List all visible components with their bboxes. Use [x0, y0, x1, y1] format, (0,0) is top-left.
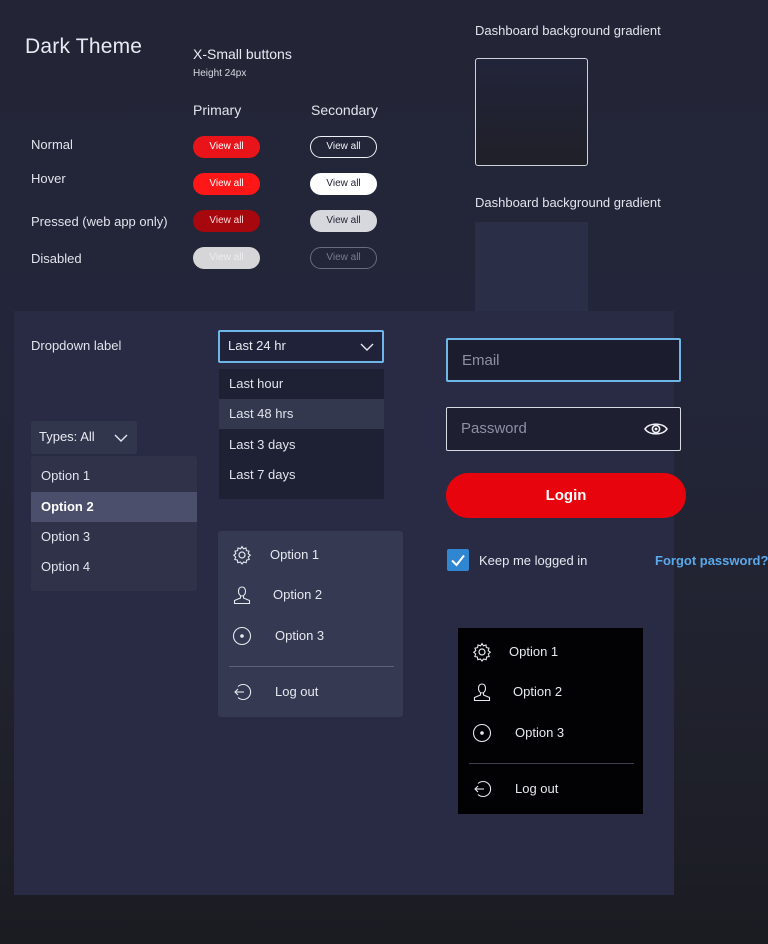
forgot-password-link[interactable]: Forgot password? [655, 553, 768, 568]
password-field[interactable]: Password [446, 407, 681, 451]
gear-icon [472, 642, 492, 662]
user-icon [233, 586, 251, 605]
menu-divider [229, 666, 394, 667]
time-range-dropdown[interactable]: Last 24 hr [218, 330, 384, 363]
types-option[interactable]: Option 4 [31, 552, 197, 582]
primary-column-heading: Primary [193, 102, 242, 118]
state-label-disabled: Disabled [31, 251, 82, 266]
dropdown-label: Dropdown label [31, 338, 122, 353]
menu-item-option-2[interactable]: Option 2 [458, 674, 643, 710]
gradient-swatch-1 [475, 58, 588, 166]
eye-icon[interactable] [644, 420, 668, 438]
state-label-hover: Hover [31, 171, 66, 186]
state-label-pressed: Pressed (web app only) [31, 214, 168, 229]
gear-icon [232, 545, 252, 565]
dropdown-option[interactable]: Last 7 days [219, 460, 384, 490]
email-field[interactable]: Email [446, 338, 681, 382]
menu-divider [469, 763, 634, 764]
types-option-highlighted[interactable]: Option 2 [31, 492, 197, 522]
page-title: Dark Theme [25, 35, 143, 58]
secondary-button-disabled: View all [310, 247, 377, 269]
menu-item-label: Option 1 [270, 547, 320, 562]
login-button[interactable]: Login [446, 473, 686, 518]
logout-icon [474, 781, 492, 797]
gradient-swatch-2 [475, 222, 588, 314]
dropdown-option[interactable]: Last 3 days [219, 430, 384, 460]
password-placeholder: Password [461, 420, 527, 437]
primary-button-normal[interactable]: View all [193, 136, 260, 158]
menu-item-option-1[interactable]: Option 1 [458, 634, 643, 670]
dropdown-menu: Last hour Last 48 hrs Last 3 days Last 7… [219, 369, 384, 499]
email-placeholder: Email [462, 352, 500, 369]
menu-item-label: Option 1 [509, 644, 559, 659]
dropdown-option-highlighted[interactable]: Last 48 hrs [219, 399, 384, 429]
dropdown-selected-value: Last 24 hr [228, 338, 286, 353]
menu-item-label: Option 3 [515, 725, 565, 740]
xsmall-height-note: Height 24px [193, 68, 247, 79]
menu-item-label: Option 3 [275, 628, 325, 643]
menu-item-label: Log out [515, 781, 559, 796]
primary-button-disabled: View all [193, 247, 260, 269]
primary-button-hover[interactable]: View all [193, 173, 260, 195]
state-label-normal: Normal [31, 137, 73, 152]
disc-icon [472, 723, 492, 743]
logout-icon [234, 684, 252, 700]
user-icon [473, 683, 491, 702]
menu-item-logout[interactable]: Log out [218, 674, 403, 710]
account-menu-dark: Option 1 Option 2 Option 3 Log out [458, 628, 643, 814]
account-menu-light: Option 1 Option 2 Option 3 Log out [218, 531, 403, 717]
types-menu: Option 1 Option 2 Option 3 Option 4 [31, 456, 197, 591]
menu-item-option-2[interactable]: Option 2 [218, 577, 403, 613]
dropdown-option[interactable]: Last hour [219, 369, 384, 399]
menu-item-logout[interactable]: Log out [458, 771, 643, 807]
types-option[interactable]: Option 3 [31, 522, 197, 552]
secondary-button-hover[interactable]: View all [310, 173, 377, 195]
secondary-button-pressed[interactable]: View all [310, 210, 377, 232]
keep-logged-in-label: Keep me logged in [479, 553, 588, 568]
secondary-column-heading: Secondary [311, 102, 378, 118]
disc-icon [232, 626, 252, 646]
xsmall-buttons-heading: X-Small buttons [193, 46, 292, 62]
menu-item-option-1[interactable]: Option 1 [218, 537, 403, 573]
primary-button-pressed[interactable]: View all [193, 210, 260, 232]
chevron-down-icon [114, 434, 128, 442]
secondary-button-normal[interactable]: View all [310, 136, 377, 158]
menu-item-option-3[interactable]: Option 3 [218, 618, 403, 654]
menu-item-label: Log out [275, 684, 319, 699]
menu-item-option-3[interactable]: Option 3 [458, 715, 643, 751]
gradient-title-1: Dashboard background gradient [475, 23, 661, 38]
keep-logged-in-checkbox[interactable] [447, 549, 469, 571]
types-selected-value: Types: All [39, 429, 95, 444]
menu-item-label: Option 2 [513, 684, 563, 699]
checkmark-icon [451, 554, 465, 567]
menu-item-label: Option 2 [273, 587, 323, 602]
types-option[interactable]: Option 1 [31, 461, 197, 491]
gradient-title-2: Dashboard background gradient [475, 195, 661, 210]
chevron-down-icon [360, 343, 374, 351]
types-filter-dropdown[interactable]: Types: All [31, 421, 137, 454]
